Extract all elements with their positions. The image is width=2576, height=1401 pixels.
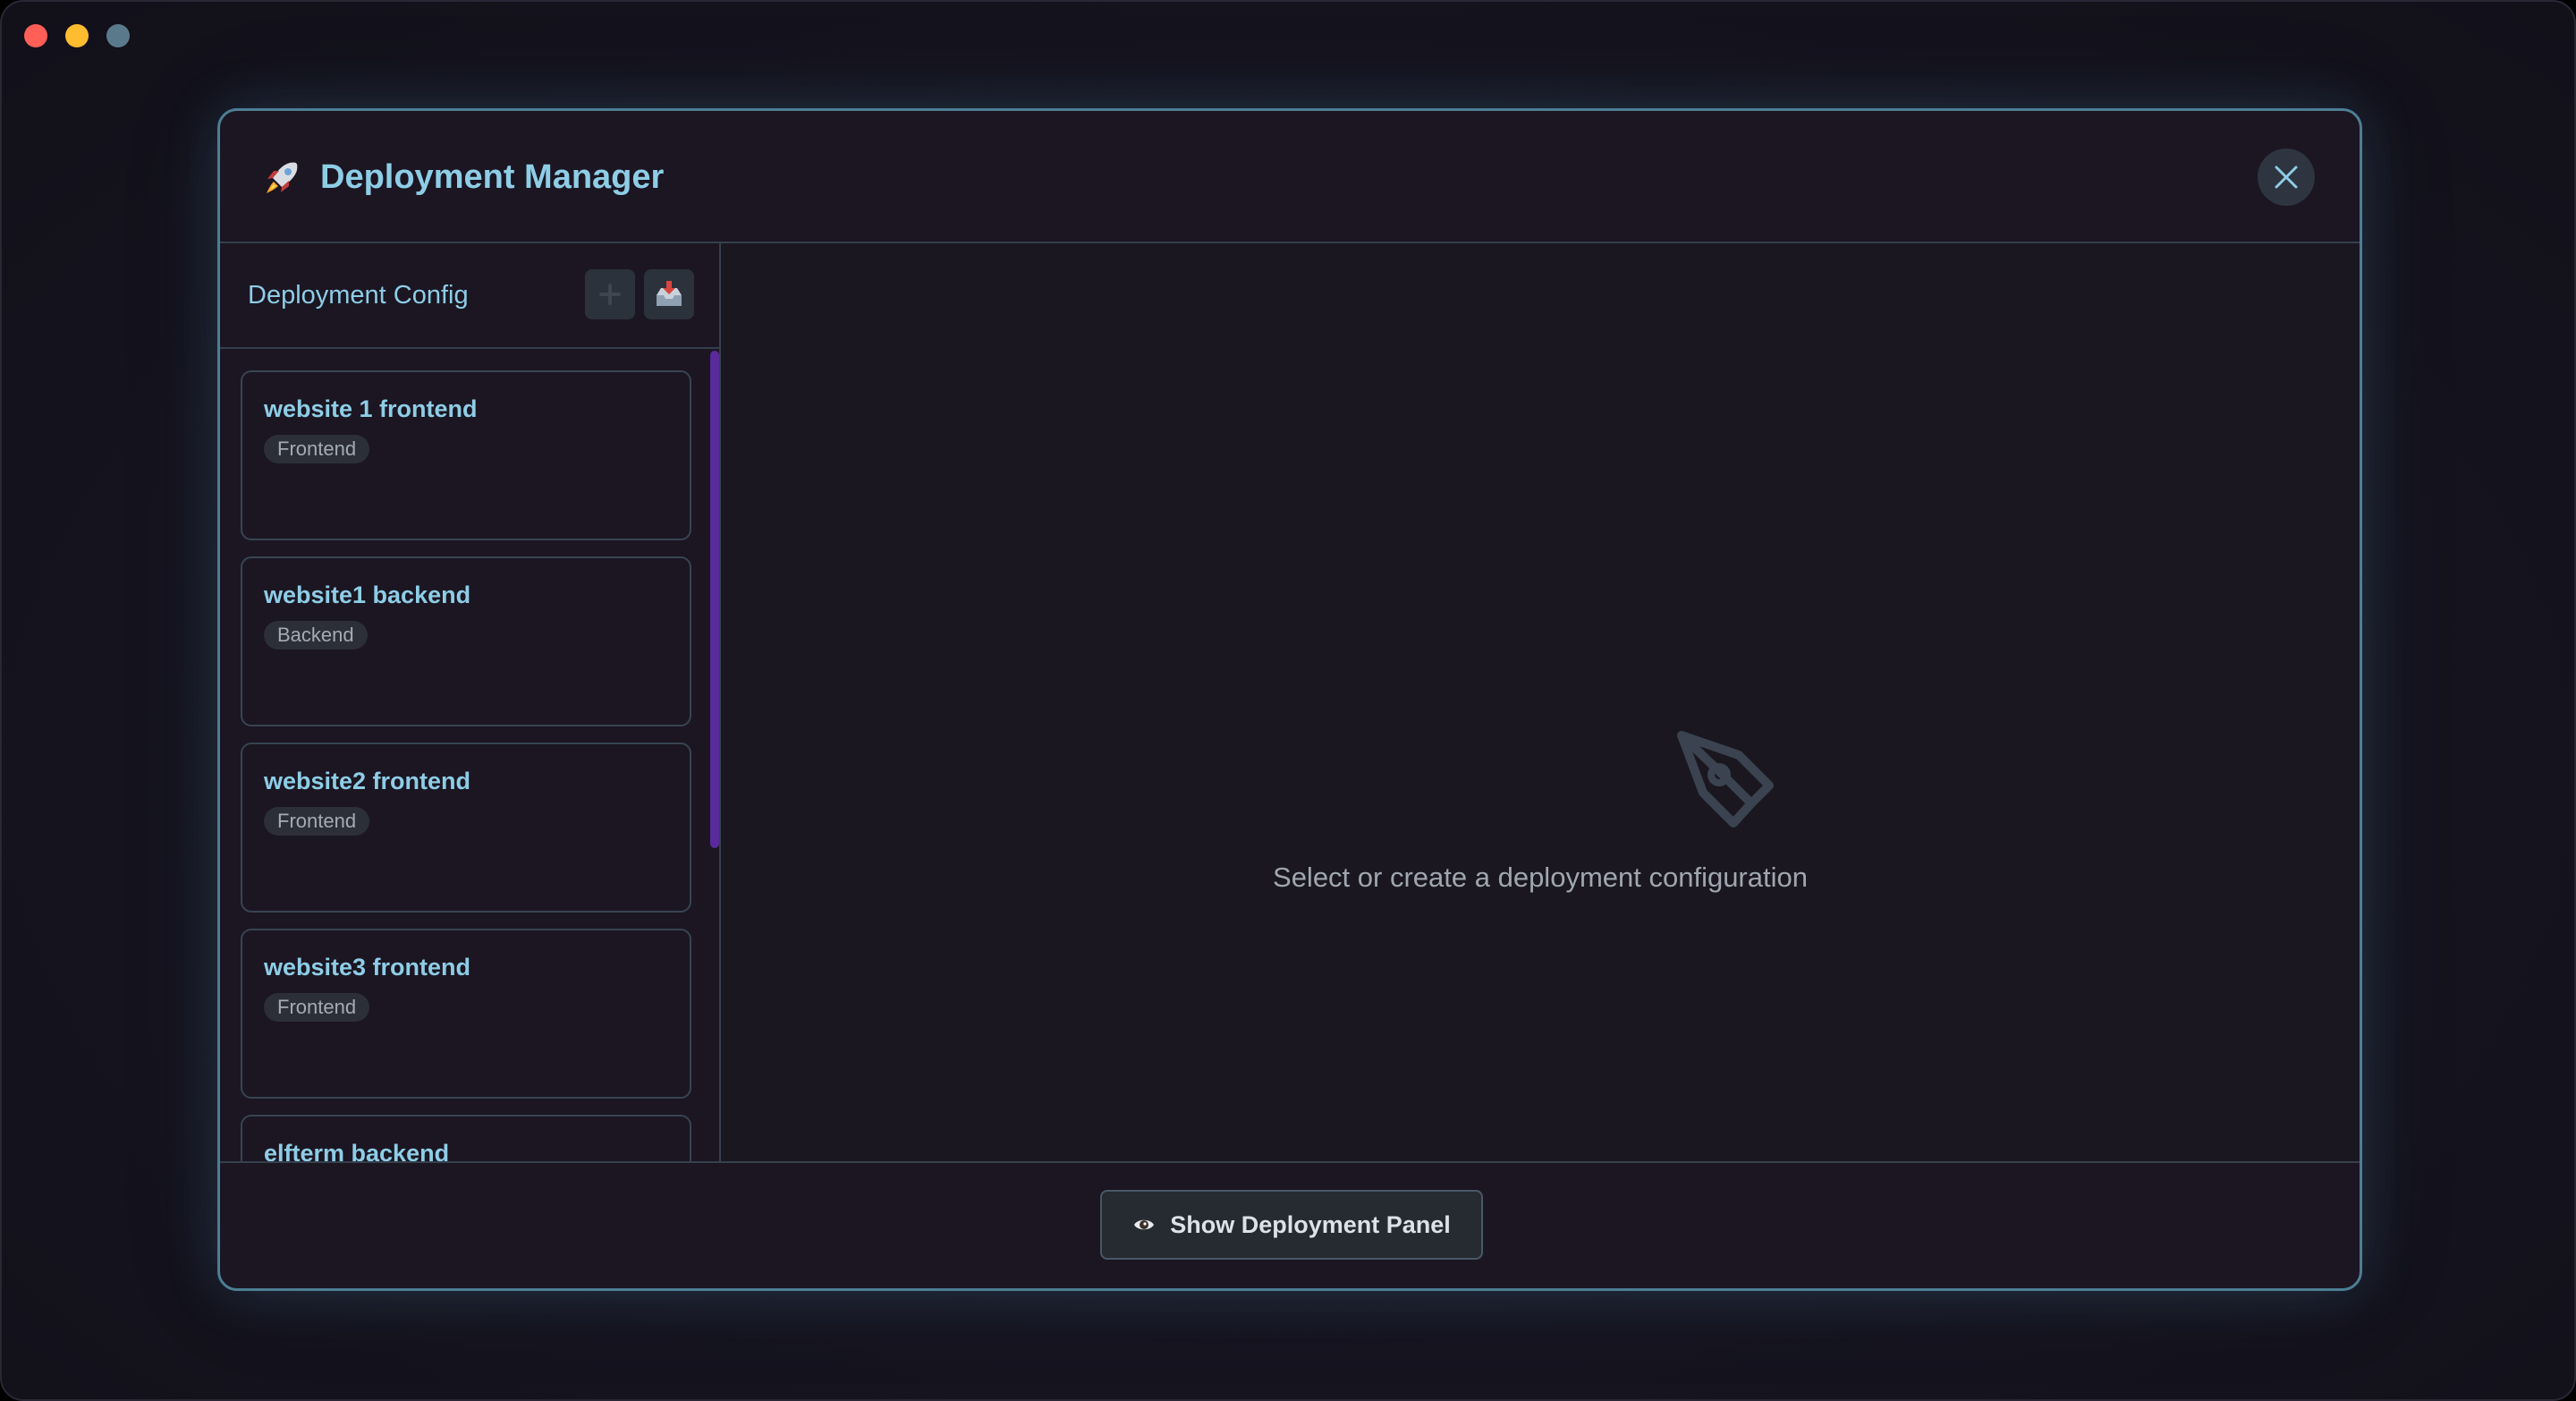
config-card[interactable]: website1 backend Backend	[241, 556, 691, 726]
window-close-button[interactable]	[24, 24, 47, 47]
inbox-tray-icon	[657, 281, 682, 306]
config-name: website1 backend	[264, 582, 471, 608]
config-name: website3 frontend	[264, 954, 471, 981]
config-name: website 1 frontend	[264, 395, 478, 422]
deployment-manager-modal: Deployment Manager Deployment Config web…	[217, 108, 2362, 1291]
modal-header: Deployment Manager	[220, 111, 2360, 243]
config-name: website2 frontend	[264, 768, 471, 794]
modal-footer: Show Deployment Panel	[220, 1161, 2360, 1288]
show-deployment-panel-label: Show Deployment Panel	[1170, 1210, 1451, 1238]
window-minimize-button[interactable]	[65, 24, 89, 47]
close-button[interactable]	[2258, 149, 2315, 206]
config-type-badge: Frontend	[264, 993, 370, 1022]
config-type-badge: Frontend	[264, 807, 370, 836]
eye-icon	[1134, 1219, 1155, 1230]
config-card[interactable]: website2 frontend Frontend	[241, 743, 691, 913]
config-card[interactable]: website 1 frontend Frontend	[241, 370, 691, 540]
close-icon	[2275, 166, 2298, 189]
config-card[interactable]: website3 frontend Frontend	[241, 929, 691, 1099]
app-window: Deployment Manager Deployment Config web…	[0, 0, 2576, 1401]
plus-icon	[599, 284, 621, 305]
add-config-button[interactable]	[585, 269, 635, 319]
modal-title: Deployment Manager	[320, 158, 665, 196]
sidebar-title: Deployment Config	[248, 281, 469, 310]
config-type-badge: Frontend	[264, 435, 370, 463]
config-card[interactable]: elfterm backend	[241, 1115, 691, 1161]
list-scrollbar[interactable]	[710, 351, 719, 848]
config-sidebar: Deployment Config website 1 frontend Fro…	[220, 243, 721, 1161]
rocket-icon	[263, 157, 302, 197]
window-maximize-button[interactable]	[106, 24, 130, 47]
pen-nib-icon	[1677, 731, 1774, 828]
show-deployment-panel-button[interactable]: Show Deployment Panel	[1100, 1190, 1483, 1260]
sidebar-header: Deployment Config	[220, 243, 719, 349]
import-config-button[interactable]	[644, 269, 694, 319]
config-name: elfterm backend	[264, 1140, 450, 1161]
config-detail-panel: Select or create a deployment configurat…	[721, 243, 2360, 1161]
config-list[interactable]: website 1 frontend Frontend website1 bac…	[220, 349, 719, 1161]
window-controls	[24, 24, 130, 47]
config-type-badge: Backend	[264, 621, 368, 650]
empty-state-message: Select or create a deployment configurat…	[1273, 862, 1808, 893]
